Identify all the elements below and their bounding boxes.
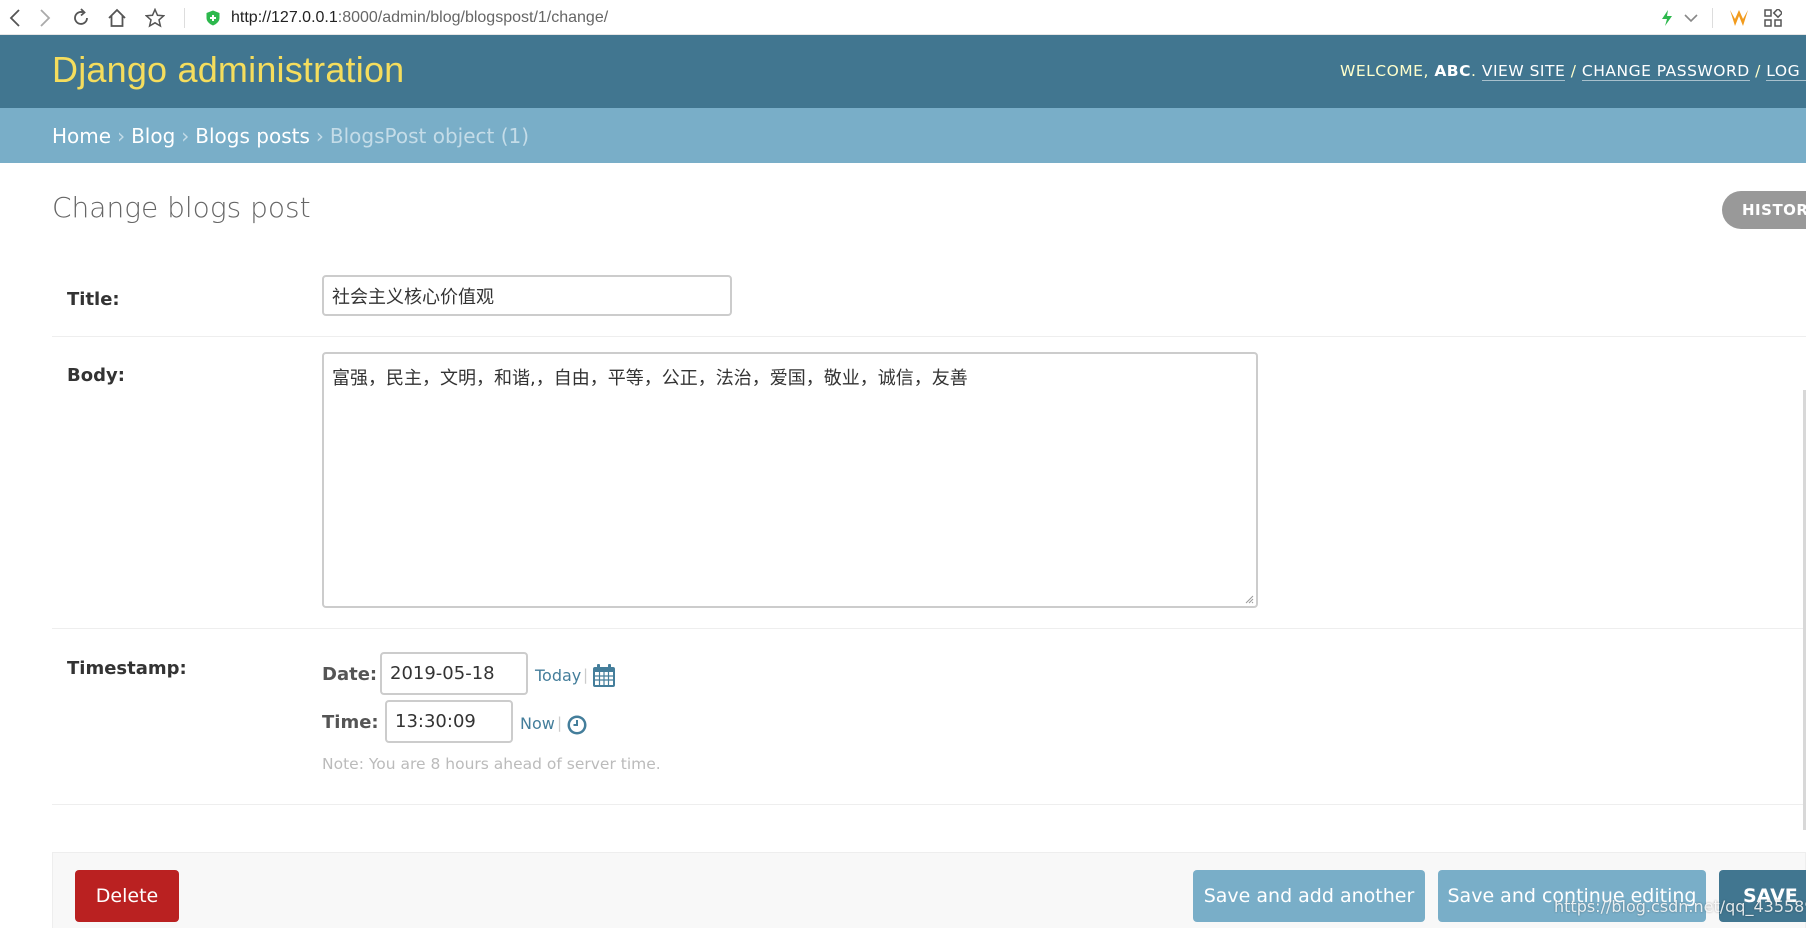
home-icon[interactable] (102, 0, 132, 35)
log-out-link[interactable]: LOG OUT (1766, 62, 1806, 81)
breadcrumb-separator: › (117, 123, 126, 148)
back-icon[interactable] (0, 0, 30, 35)
breadcrumb: Home › Blog › Blogs posts › BlogsPost ob… (0, 108, 1806, 163)
now-link[interactable]: Now (520, 714, 555, 733)
timestamp-label: Timestamp: (67, 658, 187, 679)
save-and-add-another-button[interactable]: Save and add another (1193, 870, 1425, 922)
title-input[interactable]: 社会主义核心价值观 (322, 275, 732, 316)
history-button[interactable]: HISTORY (1722, 191, 1806, 229)
username: ABC (1434, 62, 1471, 80)
url-host: http://127.0.0.1 (231, 8, 338, 26)
admin-header: Django administration WELCOME, ABC. VIEW… (0, 35, 1806, 108)
title-label: Title: (67, 289, 120, 310)
breadcrumb-separator: › (181, 123, 190, 148)
toolbar-divider (1712, 8, 1713, 28)
date-input[interactable]: 2019-05-18 (380, 652, 528, 695)
url-path: :8000/admin/blog/blogspost/1/change/ (337, 8, 609, 26)
welcome-period: . (1471, 62, 1477, 80)
apps-grid-icon[interactable] (1758, 0, 1788, 35)
toolbar-divider (184, 8, 185, 28)
body-label: Body: (67, 365, 125, 386)
clock-icon[interactable] (566, 714, 588, 736)
address-bar[interactable]: http://127.0.0.1:8000/admin/blog/blogspo… (205, 0, 608, 35)
shortcut-separator: | (583, 666, 589, 684)
title-row: Title: 社会主义核心价值观 (52, 262, 1806, 337)
body-row: Body: 富强，民主，文明，和谐,，自由，平等，公正，法治，爱国，敬业，诚信，… (52, 337, 1806, 629)
delete-button[interactable]: Delete (75, 870, 179, 922)
extension-icon[interactable] (1724, 0, 1754, 35)
resize-handle-icon[interactable] (1244, 594, 1254, 604)
time-input[interactable]: 13:30:09 (385, 700, 513, 743)
breadcrumb-blog[interactable]: Blog (131, 124, 175, 148)
time-label: Time: (322, 712, 379, 733)
timestamp-row: Timestamp: (52, 629, 1806, 805)
submit-row: Delete Save and add another Save and con… (52, 852, 1806, 928)
browser-toolbar: http://127.0.0.1:8000/admin/blog/blogspo… (0, 0, 1806, 35)
timezone-note: Note: You are 8 hours ahead of server ti… (322, 755, 661, 773)
date-label: Date: (322, 664, 378, 685)
breadcrumb-current: BlogsPost object (1) (329, 123, 530, 148)
watermark-text: https://blog.csdn.net/qq_43558971 (1554, 897, 1806, 916)
view-site-link[interactable]: VIEW SITE (1481, 62, 1566, 81)
user-tools: WELCOME, ABC. VIEW SITE / CHANGE PASSWOR… (1340, 62, 1806, 81)
secure-shield-icon (206, 10, 220, 25)
user-tools-separator: / (1755, 62, 1761, 80)
site-branding[interactable]: Django administration (52, 49, 404, 91)
shortcut-separator: | (557, 714, 563, 732)
breadcrumb-home[interactable]: Home (52, 124, 111, 148)
user-tools-separator: / (1570, 62, 1577, 80)
today-link[interactable]: Today (535, 666, 581, 685)
calendar-icon[interactable] (592, 664, 616, 688)
change-password-link[interactable]: CHANGE PASSWORD (1581, 62, 1750, 81)
body-text: 富强，民主，文明，和谐,，自由，平等，公正，法治，爱国，敬业，诚信，友善 (332, 368, 968, 389)
body-textarea[interactable]: 富强，民主，文明，和谐,，自由，平等，公正，法治，爱国，敬业，诚信，友善 (322, 352, 1258, 608)
welcome-text: WELCOME, (1340, 62, 1429, 80)
page-title: Change blogs post (52, 191, 311, 224)
reload-icon[interactable] (66, 0, 96, 35)
bookmark-star-icon[interactable] (140, 0, 170, 35)
forward-icon[interactable] (30, 0, 60, 35)
chevron-down-icon[interactable] (1676, 0, 1706, 35)
breadcrumb-blogs-posts[interactable]: Blogs posts (195, 124, 310, 148)
breadcrumb-separator: › (315, 123, 324, 148)
